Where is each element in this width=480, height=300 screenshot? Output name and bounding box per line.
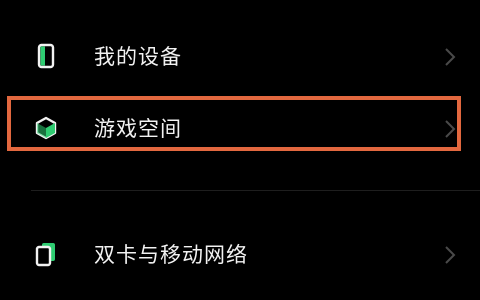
divider [31,190,480,191]
settings-item-label: 我的设备 [94,45,182,69]
chevron-right-icon [445,246,456,264]
phone-device-icon [37,43,55,69]
dual-sim-icon [35,243,55,267]
highlight-box [7,96,461,151]
settings-item-my-device[interactable]: 我的设备 [0,26,480,88]
settings-item-label: 双卡与移动网络 [94,243,248,267]
settings-item-dual-sim-mobile-network[interactable]: 双卡与移动网络 [0,224,480,286]
chevron-right-icon [445,48,456,66]
